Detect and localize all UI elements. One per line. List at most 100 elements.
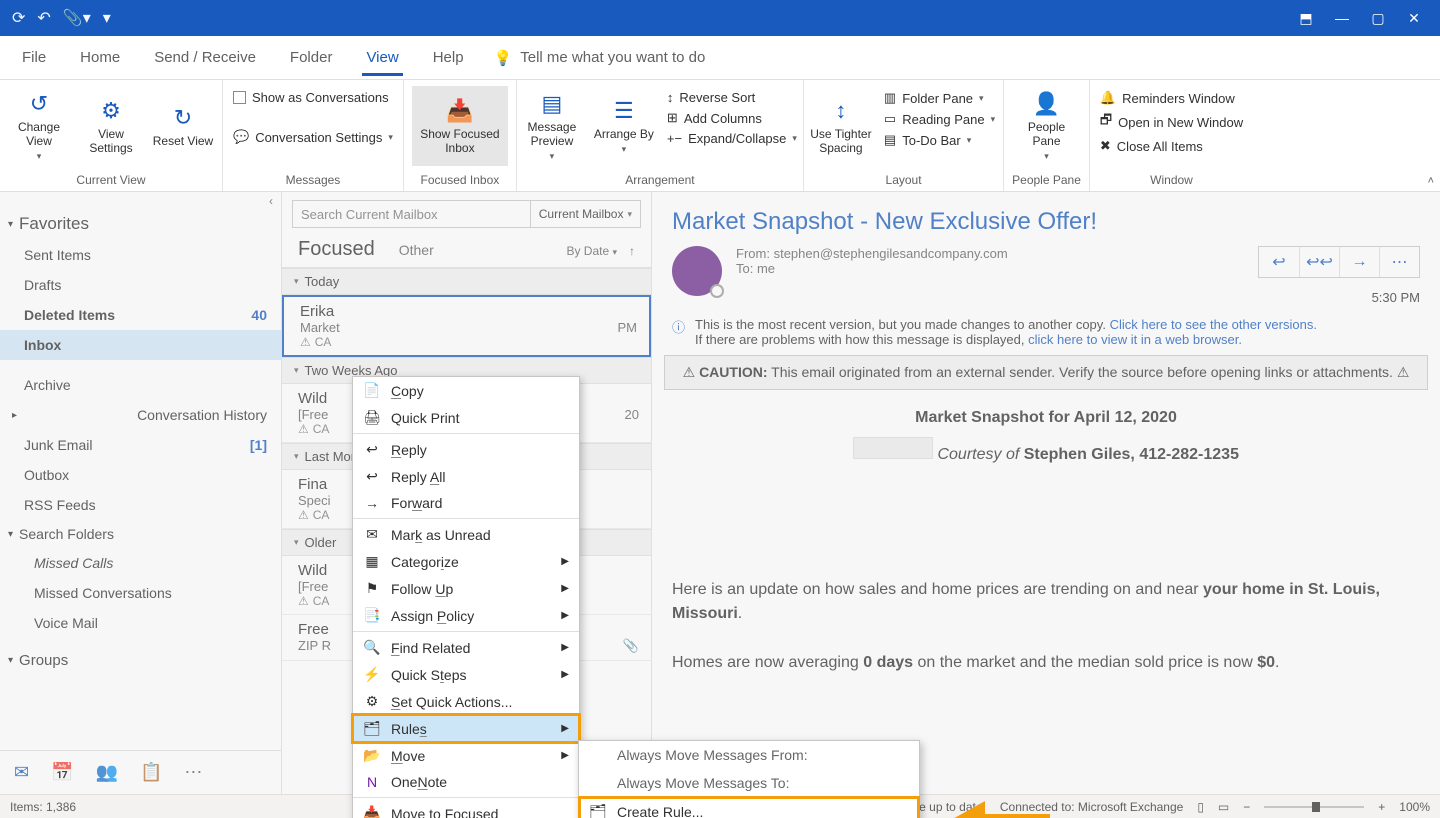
menu-assign-policy[interactable]: 📑Assign Policy▶ [353, 602, 579, 629]
people-pane-button[interactable]: 👤People Pane▾ [1016, 86, 1078, 166]
reset-view-button[interactable]: ↻Reset View [152, 86, 214, 166]
tab-view[interactable]: View [362, 39, 402, 76]
menu-onenote[interactable]: NOneNote [353, 769, 579, 795]
minimize-folder-pane-icon[interactable]: ‹ [269, 194, 273, 208]
sync-icon[interactable]: ⟳ [12, 8, 25, 28]
search-folders-header[interactable]: ▾Search Folders [0, 520, 281, 548]
close-all-button[interactable]: ✖Close All Items [1100, 138, 1243, 154]
zoom-in-icon[interactable]: + [1378, 800, 1385, 814]
lightbulb-icon: 💡 [494, 49, 513, 67]
reminders-window-button[interactable]: 🔔Reminders Window [1100, 90, 1243, 106]
menu-forward[interactable]: →Forward [353, 490, 579, 516]
tab-file[interactable]: File [18, 39, 50, 76]
minimize-icon[interactable]: — [1334, 10, 1350, 26]
menu-reply-all[interactable]: ↩Reply All [353, 463, 579, 490]
collapse-ribbon-icon[interactable]: ˄ [1428, 175, 1434, 187]
menu-quick-steps[interactable]: ⚡Quick Steps▶ [353, 661, 579, 688]
search-input[interactable] [292, 200, 531, 228]
tell-me-search[interactable]: 💡 Tell me what you want to do [494, 49, 706, 67]
tab-home[interactable]: Home [76, 39, 124, 76]
reverse-sort-button[interactable]: ↕Reverse Sort [667, 90, 797, 105]
folder-archive[interactable]: Archive [0, 370, 281, 400]
folder-rss-feeds[interactable]: RSS Feeds [0, 490, 281, 520]
title-bar: ⟳ ↶ 📎▾ ▾ ⬒ — ▢ ✕ [0, 0, 1440, 36]
submenu-create-rule[interactable]: 🗂Create Rule... [579, 797, 919, 818]
group-arrangement: ▤Message Preview▾ ☰Arrange By▾ ↕Reverse … [517, 80, 804, 191]
menu-quick-print[interactable]: 🖨Quick Print [353, 404, 579, 431]
sort-by-date[interactable]: By Date ▾ [566, 244, 617, 258]
folder-voice-mail[interactable]: Voice Mail [0, 608, 281, 638]
search-scope-dropdown[interactable]: Current Mailbox▾ [531, 200, 641, 228]
warning-icon: ⚠ [298, 508, 309, 522]
menu-follow-up[interactable]: ⚑Follow Up▶ [353, 575, 579, 602]
folder-inbox[interactable]: Inbox [0, 330, 281, 360]
message-item[interactable]: Erika MarketPM ⚠CA [282, 295, 651, 357]
more-icon[interactable]: ⋯ [184, 762, 202, 783]
tab-focused[interactable]: Focused [298, 238, 375, 261]
reply-all-icon[interactable]: ↩↩ [1299, 247, 1339, 277]
tasks-icon[interactable]: 📋 [140, 762, 162, 783]
tighter-spacing-button[interactable]: ↕Use Tighter Spacing [810, 86, 872, 166]
date-header-today[interactable]: ▾Today [282, 268, 651, 295]
menu-move-to-focused[interactable]: 📥Move to Focused [353, 800, 579, 818]
zoom-slider[interactable] [1264, 806, 1364, 808]
show-conversations-checkbox[interactable]: Show as Conversations [233, 90, 393, 105]
zoom-out-icon[interactable]: − [1243, 800, 1250, 814]
submenu-always-move-to[interactable]: Always Move Messages To: [579, 769, 919, 797]
close-icon[interactable]: ✕ [1406, 10, 1422, 27]
folder-pane-button[interactable]: ▥Folder Pane▾ [884, 90, 995, 106]
open-new-window-button[interactable]: 🗗Open in New Window [1100, 111, 1243, 133]
customize-qat-icon[interactable]: ▾ [103, 8, 111, 28]
view-settings-button[interactable]: ⚙View Settings [80, 86, 142, 166]
folder-outbox[interactable]: Outbox [0, 460, 281, 490]
info-link-browser[interactable]: click here to view it in a web browser. [1028, 332, 1242, 347]
reading-pane-button[interactable]: ▭Reading Pane▾ [884, 111, 995, 127]
view-normal-icon[interactable]: ▯ [1197, 800, 1204, 814]
favorites-header[interactable]: ▾Favorites [0, 208, 281, 240]
menu-categorize[interactable]: ▦Categorize▶ [353, 548, 579, 575]
calendar-icon[interactable]: 📅 [51, 762, 73, 783]
folder-junk-email[interactable]: Junk Email[1] [0, 430, 281, 460]
menu-reply[interactable]: ↩Reply [353, 436, 579, 463]
undo-icon[interactable]: ↶ [37, 8, 50, 28]
add-columns-button[interactable]: ⊞Add Columns [667, 110, 797, 126]
folder-missed-calls[interactable]: Missed Calls [0, 548, 281, 578]
expand-collapse-button[interactable]: +−Expand/Collapse▾ [667, 131, 797, 146]
tab-help[interactable]: Help [429, 39, 468, 76]
more-actions-icon[interactable]: ⋯ [1379, 247, 1419, 277]
view-reading-icon[interactable]: ▭ [1218, 800, 1229, 814]
maximize-icon[interactable]: ▢ [1370, 10, 1386, 27]
message-preview-button[interactable]: ▤Message Preview▾ [521, 86, 583, 166]
attach-dropdown-icon[interactable]: 📎▾ [63, 8, 91, 28]
sort-direction-icon[interactable]: ↑ [629, 244, 635, 258]
folder-drafts[interactable]: Drafts [0, 270, 281, 300]
folder-conversation-history[interactable]: ▸Conversation History [0, 400, 281, 430]
people-icon[interactable]: 👥 [96, 762, 118, 783]
menu-find-related[interactable]: 🔍Find Related▶ [353, 634, 579, 661]
show-focused-inbox-button[interactable]: 📥Show Focused Inbox [412, 86, 508, 166]
forward-icon[interactable]: → [1339, 247, 1379, 277]
ribbon-display-icon[interactable]: ⬒ [1298, 10, 1314, 27]
menu-rules[interactable]: 🗂Rules▶ [353, 715, 579, 742]
submenu-always-move-from[interactable]: Always Move Messages From: [579, 741, 919, 769]
conversation-settings-button[interactable]: 💬Conversation Settings▾ [233, 129, 393, 145]
folder-sent-items[interactable]: Sent Items [0, 240, 281, 270]
info-link-versions[interactable]: Click here to see the other versions. [1110, 317, 1317, 332]
groups-header[interactable]: ▾Groups [0, 646, 281, 675]
folder-missed-conversations[interactable]: Missed Conversations [0, 578, 281, 608]
received-time: 5:30 PM [1372, 284, 1420, 305]
group-label: Focused Inbox [421, 171, 500, 189]
arrange-by-button[interactable]: ☰Arrange By▾ [593, 86, 655, 166]
reply-icon[interactable]: ↩ [1259, 247, 1299, 277]
tab-folder[interactable]: Folder [286, 39, 337, 76]
change-view-button[interactable]: ↺Change View▾ [8, 86, 70, 166]
menu-copy[interactable]: 📄Copy [353, 377, 579, 404]
todo-bar-button[interactable]: ▤To-Do Bar▾ [884, 132, 995, 148]
menu-set-quick-actions[interactable]: ⚙Set Quick Actions... [353, 688, 579, 715]
menu-mark-unread[interactable]: ✉Mark as Unread [353, 521, 579, 548]
mail-icon[interactable]: ✉ [14, 762, 29, 783]
menu-move[interactable]: 📂Move▶ [353, 742, 579, 769]
folder-deleted-items[interactable]: Deleted Items40 [0, 300, 281, 330]
tab-other[interactable]: Other [399, 242, 434, 258]
tab-send-receive[interactable]: Send / Receive [150, 39, 260, 76]
